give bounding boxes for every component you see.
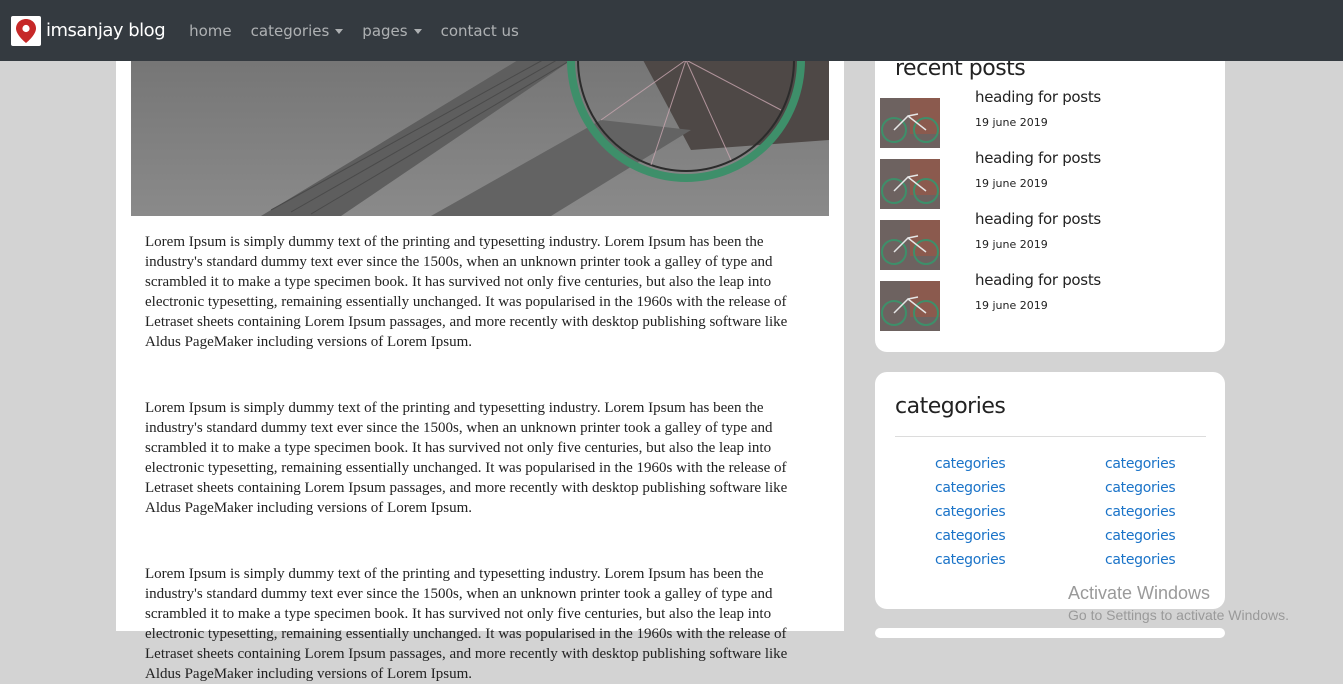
activate-windows-hint: Go to Settings to activate Windows.: [1068, 607, 1289, 623]
caret-down-icon: [413, 28, 422, 34]
categories-title: categories: [895, 394, 1006, 419]
post-heading[interactable]: heading for posts: [975, 149, 1101, 167]
recent-posts-card: recent posts heading for posts 19 june 2…: [875, 30, 1225, 352]
nav-contact[interactable]: contact us: [441, 22, 519, 40]
category-link[interactable]: categories: [1105, 528, 1176, 544]
nav-home[interactable]: home: [189, 22, 232, 40]
category-link[interactable]: categories: [935, 480, 1006, 496]
category-link[interactable]: categories: [1105, 480, 1176, 496]
post-date: 19 june 2019: [975, 177, 1048, 190]
nav-pages-dropdown[interactable]: pages: [362, 21, 422, 40]
post-date: 19 june 2019: [975, 299, 1048, 312]
nav-pages-label: pages: [362, 21, 408, 40]
categories-card: categories categories categories categor…: [875, 372, 1225, 609]
post-date: 19 june 2019: [975, 116, 1048, 129]
post-thumbnail: [880, 159, 940, 209]
caret-down-icon: [335, 28, 344, 34]
post-thumbnail: [880, 281, 940, 331]
nav-links: home categories pages contact us: [189, 22, 538, 40]
category-link[interactable]: categories: [1105, 552, 1176, 568]
recent-post-item[interactable]: heading for posts 19 june 2019: [880, 88, 1220, 148]
navbar: imsanjay blog home categories pages cont…: [0, 0, 1343, 61]
divider: [895, 436, 1206, 437]
brand-name: imsanjay blog: [46, 20, 166, 41]
post-heading[interactable]: heading for posts: [975, 88, 1101, 106]
body-paragraph: Lorem Ipsum is simply dummy text of the …: [145, 566, 788, 682]
recent-post-item[interactable]: heading for posts 19 june 2019: [880, 271, 1220, 331]
map-pin-icon: [11, 15, 41, 46]
nav-contact-label: contact us: [440, 21, 519, 40]
category-link[interactable]: categories: [935, 528, 1006, 544]
post-heading[interactable]: heading for posts: [975, 271, 1101, 289]
activate-windows-watermark: Activate Windows: [1068, 583, 1211, 603]
post-thumbnail: [880, 220, 940, 270]
next-card: [875, 628, 1225, 638]
recent-post-item[interactable]: heading for posts 19 june 2019: [880, 210, 1220, 270]
category-link[interactable]: categories: [1105, 504, 1176, 520]
post-heading[interactable]: heading for posts: [975, 210, 1101, 228]
body-paragraph: Lorem Ipsum is simply dummy text of the …: [145, 400, 788, 516]
category-link[interactable]: categories: [1105, 456, 1176, 472]
category-link[interactable]: categories: [935, 504, 1006, 520]
body-paragraph: Lorem Ipsum is simply dummy text of the …: [145, 234, 788, 350]
main-content: Lorem Ipsum is simply dummy text of the …: [116, 0, 844, 682]
nav-categories-label: categories: [250, 21, 330, 40]
nav-categories-dropdown[interactable]: categories: [251, 22, 344, 40]
post-thumbnail: [880, 98, 940, 148]
category-link[interactable]: categories: [935, 552, 1006, 568]
post-date: 19 june 2019: [975, 238, 1048, 251]
category-link[interactable]: categories: [935, 456, 1006, 472]
nav-home-label: home: [189, 21, 232, 40]
recent-post-item[interactable]: heading for posts 19 june 2019: [880, 149, 1220, 209]
brand[interactable]: imsanjay blog: [11, 15, 166, 46]
